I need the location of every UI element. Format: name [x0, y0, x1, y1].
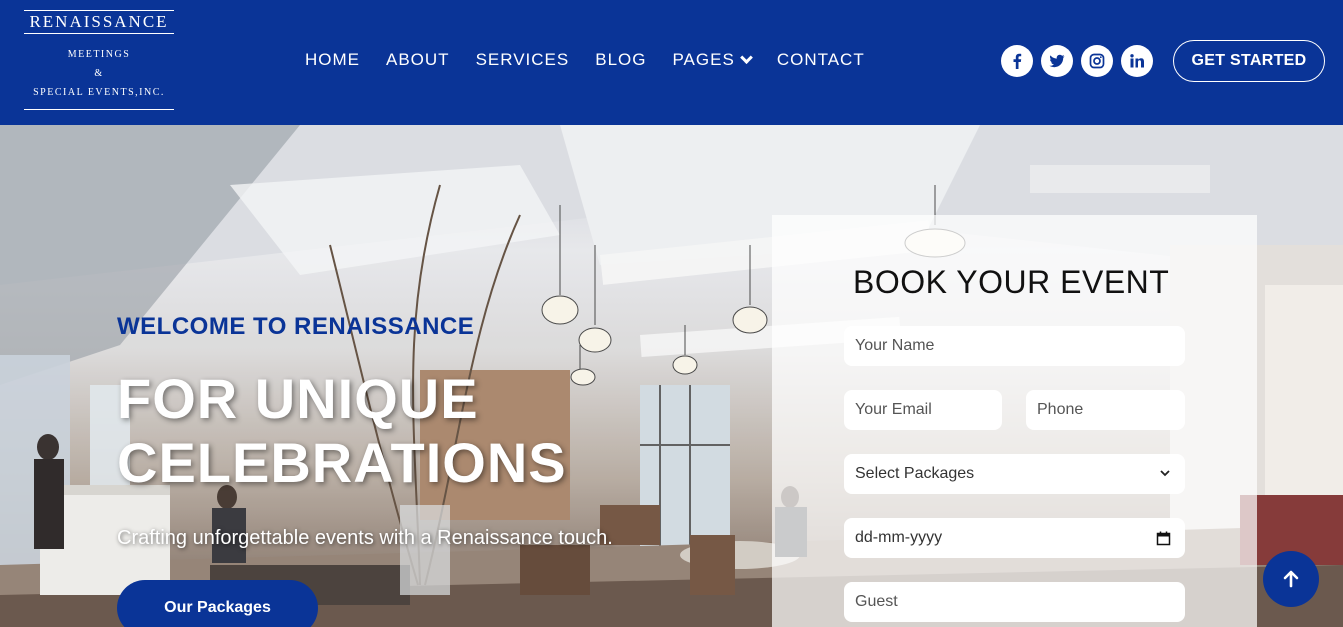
nav-services[interactable]: SERVICES: [476, 48, 570, 72]
email-input[interactable]: Your Email: [844, 390, 1002, 430]
logo-bottom-rule: [24, 109, 174, 110]
nav-home-label: HOME: [305, 50, 360, 69]
logo-line-1: MEETINGS: [67, 49, 131, 60]
scroll-to-top-button[interactable]: [1263, 551, 1319, 607]
facebook-icon[interactable]: [1001, 45, 1033, 77]
hero-section: WELCOME TO RENAISSANCE FOR UNIQUE CELEBR…: [0, 125, 1343, 627]
site-header: RENAISSANCE MEETINGS & SPECIAL EVENTS,IN…: [0, 0, 1343, 125]
chevron-down-icon: [1160, 470, 1170, 477]
nav-pages-dropdown[interactable]: PAGES: [672, 48, 753, 72]
twitter-icon[interactable]: [1041, 45, 1073, 77]
booking-form-panel: BOOK YOUR EVENT Your Name Your Email Pho…: [772, 215, 1257, 627]
hero-tagline: Crafting unforgettable events with a Ren…: [117, 527, 613, 549]
event-date-input[interactable]: dd-mm-yyyy: [844, 518, 1185, 558]
nav-about-label: ABOUT: [386, 50, 450, 69]
packages-selected-value: Select Packages: [855, 465, 975, 482]
chevron-down-icon: [739, 50, 753, 64]
linkedin-icon[interactable]: [1121, 45, 1153, 77]
booking-form-title: BOOK YOUR EVENT: [853, 264, 1170, 300]
our-packages-button[interactable]: Our Packages: [117, 580, 318, 627]
nav-blog-label: BLOG: [595, 50, 647, 69]
arrow-up-icon: [1283, 570, 1299, 588]
nav-pages-label: PAGES: [672, 50, 735, 69]
date-placeholder: dd-mm-yyyy: [855, 529, 943, 546]
nav-contact[interactable]: CONTACT: [777, 48, 865, 72]
phone-placeholder: Phone: [1037, 401, 1084, 418]
logo-brand-name: RENAISSANCE: [29, 12, 169, 31]
hero-headline-line-1: FOR UNIQUE: [117, 367, 479, 430]
brand-logo[interactable]: RENAISSANCE MEETINGS & SPECIAL EVENTS,IN…: [24, 10, 174, 111]
nav-home[interactable]: HOME: [305, 48, 360, 72]
instagram-icon[interactable]: [1081, 45, 1113, 77]
hero-headline: FOR UNIQUE CELEBRATIONS: [117, 367, 677, 495]
name-placeholder: Your Name: [855, 337, 935, 354]
get-started-button[interactable]: GET STARTED: [1173, 40, 1325, 82]
logo-line-3: SPECIAL EVENTS,INC.: [33, 87, 165, 98]
nav-about[interactable]: ABOUT: [386, 48, 450, 72]
name-input[interactable]: Your Name: [844, 326, 1185, 366]
calendar-icon[interactable]: [1156, 531, 1171, 546]
guest-placeholder: Guest: [855, 593, 898, 610]
nav-blog[interactable]: BLOG: [595, 48, 646, 72]
guest-input[interactable]: Guest: [844, 582, 1185, 622]
phone-input[interactable]: Phone: [1026, 390, 1185, 430]
logo-middle-rule: [24, 33, 174, 34]
email-placeholder: Your Email: [855, 401, 932, 418]
nav-services-label: SERVICES: [475, 50, 570, 69]
logo-line-2: &: [94, 68, 104, 79]
packages-select[interactable]: Select Packages: [844, 454, 1185, 494]
main-nav: HOME ABOUT SERVICES BLOG PAGES CONTACT: [305, 48, 891, 72]
nav-contact-label: CONTACT: [776, 50, 865, 69]
hero-headline-line-2: CELEBRATIONS: [117, 431, 567, 494]
hero-welcome-text: WELCOME TO RENAISSANCE: [117, 313, 475, 340]
